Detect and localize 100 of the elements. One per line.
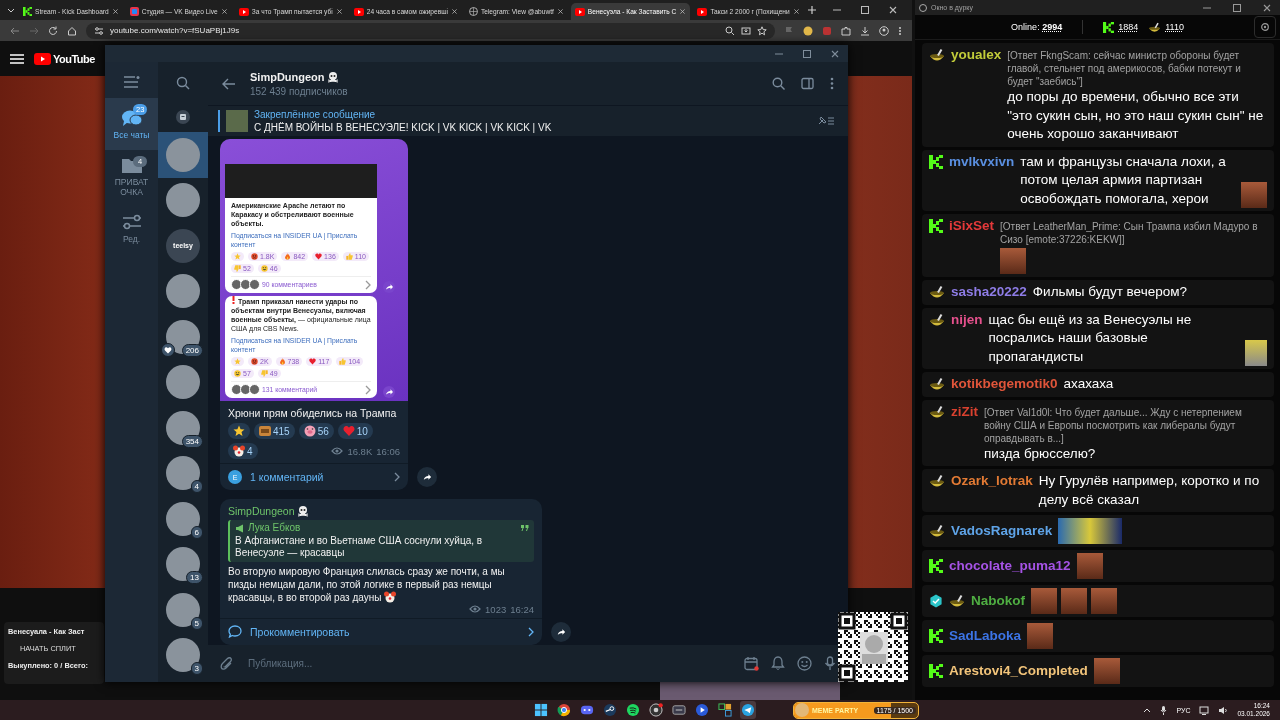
search-icon[interactable] xyxy=(176,76,190,90)
reaction-chip[interactable]: 415 xyxy=(254,423,295,439)
username[interactable]: youalex xyxy=(951,46,1002,65)
username[interactable]: ziZit xyxy=(951,402,978,421)
username[interactable]: SadLaboka xyxy=(949,626,1022,646)
eye-icon xyxy=(331,447,344,455)
username[interactable]: Nabokof xyxy=(971,591,1025,611)
bowl-icon xyxy=(929,285,945,299)
username[interactable]: Ozark_lotrak xyxy=(951,472,1033,491)
username[interactable]: Arestovi4_Completed xyxy=(949,661,1088,681)
settings-button[interactable] xyxy=(1254,16,1276,38)
folder-tab[interactable]: Ред. xyxy=(105,202,158,254)
close-icon[interactable] xyxy=(679,8,687,15)
chat-item[interactable]: 13 xyxy=(158,541,208,587)
volume-icon[interactable] xyxy=(1218,705,1229,715)
attach-icon[interactable] xyxy=(220,656,234,671)
bell-icon[interactable] xyxy=(771,656,785,671)
sidebar-icon[interactable] xyxy=(801,77,814,90)
install-icon[interactable] xyxy=(741,25,751,36)
comment-button[interactable]: Прокомментировать xyxy=(220,617,542,645)
view-count: 16.8K xyxy=(347,445,373,457)
chevron-right-icon xyxy=(365,279,371,290)
chat-item[interactable]: 3 xyxy=(158,632,208,678)
message-text: Фильмы будут вечером? xyxy=(1032,283,1188,301)
close-icon[interactable] xyxy=(450,8,458,15)
calendar-icon[interactable] xyxy=(744,656,759,671)
address-field[interactable]: youtube.com/watch?v=fSUaPBj1J9s xyxy=(86,22,775,39)
username[interactable]: nijen xyxy=(951,310,983,329)
reply-text: [Ответ Val1d0l: Что будет дальше... Жду с нетерпением войну США и Европы посмотрить как либералы будут оправдывать в...] xyxy=(984,405,1243,445)
smiley-icon[interactable] xyxy=(797,656,812,671)
chat-item[interactable]: 206 xyxy=(158,314,208,360)
new-tab-icon[interactable] xyxy=(806,5,817,15)
bowl-icon xyxy=(929,377,945,391)
back-icon[interactable] xyxy=(222,77,236,90)
skull-icon xyxy=(326,70,339,83)
pinned-bar[interactable]: Закреплённое сообщение С ДНЁМ ВОЙНЫ В ВЕНЕСУЭЛЕ! KICK | VK KICK | VK KICK | VK xyxy=(208,105,848,136)
search-icon[interactable] xyxy=(772,77,785,90)
close-icon[interactable] xyxy=(830,48,840,59)
pin-list-icon[interactable] xyxy=(818,115,834,127)
paper-plane-icon xyxy=(741,703,755,717)
avatar-image xyxy=(166,592,200,627)
profile-icon[interactable] xyxy=(879,25,889,36)
chat-item[interactable]: 5 xyxy=(158,587,208,633)
maximize-icon[interactable] xyxy=(802,48,812,59)
chat-item[interactable]: 354 xyxy=(158,405,208,451)
username[interactable]: kotikbegemotik0 xyxy=(951,375,1058,394)
reaction-chip[interactable]: 4 xyxy=(228,443,258,459)
heart-icon xyxy=(315,253,323,260)
share-button-icon[interactable] xyxy=(383,386,395,398)
reaction-chip[interactable]: 10 xyxy=(337,423,373,439)
quote-mark-icon xyxy=(521,524,529,532)
quote-author: Лука Ебков xyxy=(248,522,302,535)
more-icon[interactable] xyxy=(898,25,902,36)
download-icon[interactable] xyxy=(860,25,870,36)
star-outline-icon[interactable] xyxy=(757,25,767,36)
maximize-icon[interactable] xyxy=(860,5,870,15)
close-icon[interactable] xyxy=(888,5,898,15)
reaction-chip[interactable] xyxy=(228,423,250,439)
maximize-icon[interactable] xyxy=(1232,2,1242,13)
heart-icon xyxy=(309,358,317,365)
reaction-chip[interactable]: 56 xyxy=(298,423,334,439)
username[interactable]: mvlkvxivn xyxy=(949,152,1015,171)
chat-item[interactable] xyxy=(158,132,208,178)
close-icon[interactable] xyxy=(792,8,800,15)
archive-icon[interactable] xyxy=(176,110,190,124)
sticker-icon xyxy=(259,425,271,437)
chat-item[interactable]: 4 xyxy=(158,450,208,496)
close-icon[interactable] xyxy=(220,8,228,15)
qr-code-icon xyxy=(838,612,908,682)
zoom-icon[interactable] xyxy=(725,25,735,36)
username[interactable]: iSixSet xyxy=(949,217,995,236)
share-button-icon[interactable] xyxy=(383,281,395,293)
network-icon[interactable] xyxy=(1199,705,1210,715)
chat-item[interactable]: 6 xyxy=(158,496,208,542)
taskbar-app[interactable] xyxy=(648,701,664,719)
username[interactable]: chocolate_puma12 xyxy=(949,556,1071,576)
record-app-icon xyxy=(649,703,663,717)
taskbar-app[interactable] xyxy=(602,701,618,719)
username[interactable]: VadosRagnarek xyxy=(951,521,1053,541)
close-icon[interactable] xyxy=(556,8,564,15)
close-icon[interactable] xyxy=(1262,2,1272,13)
monitor-icon xyxy=(672,703,686,717)
reload-icon[interactable] xyxy=(48,25,58,36)
close-icon[interactable] xyxy=(335,8,343,15)
close-icon[interactable] xyxy=(111,8,119,15)
taskbar-app[interactable] xyxy=(740,701,756,719)
back-icon[interactable] xyxy=(10,25,20,36)
chevron-up-icon[interactable] xyxy=(1143,707,1152,713)
taskbar-app[interactable] xyxy=(556,701,572,719)
more-icon[interactable] xyxy=(830,77,834,90)
taskbar-app[interactable] xyxy=(717,701,733,719)
home-icon[interactable] xyxy=(67,25,77,36)
taskbar-app[interactable] xyxy=(625,701,641,719)
taskbar-app[interactable] xyxy=(694,701,710,719)
extension-icon[interactable] xyxy=(803,25,813,36)
microphone-icon[interactable] xyxy=(1160,705,1168,715)
puzzle-icon[interactable] xyxy=(841,25,851,36)
username[interactable]: sasha20222 xyxy=(951,283,1027,302)
taskbar-app[interactable] xyxy=(533,701,549,719)
avatar-image xyxy=(166,456,200,491)
